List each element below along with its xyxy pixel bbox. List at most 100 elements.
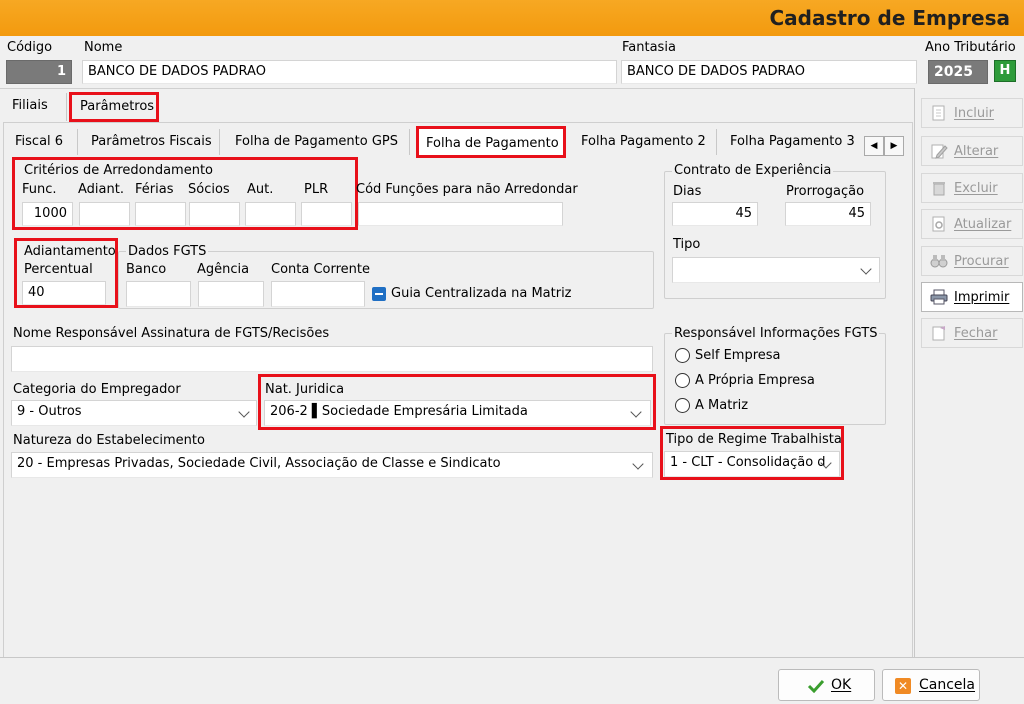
ok-button[interactable]: OK: [778, 669, 875, 701]
radio-propria-empresa-label: A Própria Empresa: [695, 373, 815, 388]
banco-field[interactable]: [126, 281, 191, 307]
subtab-folha-pagamento-3[interactable]: Folha Pagamento 3: [730, 134, 855, 149]
subtab-fiscal6[interactable]: Fiscal 6: [15, 134, 63, 149]
percentual-field[interactable]: 40: [22, 281, 106, 305]
cancel-label: Cancela: [919, 677, 976, 693]
regime-select[interactable]: 1 - CLT - Consolidação d: [664, 451, 840, 477]
col-adiant-label: Adiant.: [78, 182, 124, 197]
atualizar-button[interactable]: Atualizar: [921, 209, 1023, 239]
resp-fgts-title: Responsável Informações FGTS: [672, 326, 880, 341]
cod-funcoes-label: Cód Funções para não Arredondar: [356, 182, 578, 197]
nat-juridica-select[interactable]: 206-2 ▌Sociedade Empresária Limitada: [264, 400, 651, 426]
cancel-x-icon: ✕: [895, 678, 911, 694]
subtab-parametros-fiscais[interactable]: Parâmetros Fiscais: [91, 134, 212, 149]
col-func-label: Func.: [22, 182, 57, 197]
incluir-label: Incluir: [954, 106, 995, 121]
nome-label: Nome: [84, 40, 123, 55]
edit-pencil-icon: [931, 144, 948, 159]
natureza-select[interactable]: 20 - Empresas Privadas, Sociedade Civil,…: [11, 452, 653, 478]
imprimir-label: Imprimir: [954, 290, 1010, 305]
col-aut-label: Aut.: [247, 182, 274, 197]
prorrogacao-field[interactable]: 45: [785, 202, 871, 226]
cod-funcoes-field[interactable]: [358, 202, 563, 226]
adiantamento-title: Adiantamento: [24, 244, 116, 259]
window-title: Cadastro de Empresa: [769, 6, 1010, 30]
incluir-button[interactable]: Incluir: [921, 98, 1023, 128]
divider: [0, 88, 914, 89]
categoria-label: Categoria do Empregador: [13, 382, 181, 397]
resp-assinatura-field[interactable]: [11, 346, 653, 372]
col-ferias-label: Férias: [135, 182, 174, 197]
fgts-title: Dados FGTS: [126, 244, 209, 259]
title-bar: Cadastro de Empresa: [0, 0, 1024, 36]
radio-self-empresa[interactable]: [675, 348, 690, 363]
alterar-label: Alterar: [954, 144, 999, 159]
conta-label: Conta Corrente: [271, 262, 371, 277]
subtab-folha-pagamento-2[interactable]: Folha Pagamento 2: [581, 134, 706, 149]
refresh-icon: [932, 216, 945, 232]
alterar-button[interactable]: Alterar: [921, 136, 1023, 166]
tab-scroll-left-icon[interactable]: ◀: [864, 136, 884, 156]
tab-scroll-right-icon[interactable]: ▶: [884, 136, 904, 156]
radio-matriz-label: A Matriz: [695, 398, 749, 413]
check-icon: [807, 679, 825, 693]
tab-parametros[interactable]: Parâmetros: [80, 99, 154, 114]
tab-filiais[interactable]: Filiais: [12, 98, 48, 113]
imprimir-button[interactable]: Imprimir: [921, 282, 1023, 312]
excluir-button[interactable]: Excluir: [921, 173, 1023, 203]
resp-assinatura-label: Nome Responsável Assinatura de FGTS/Reci…: [13, 326, 330, 341]
plr-field[interactable]: [301, 202, 352, 226]
nat-juridica-label: Nat. Juridica: [265, 382, 345, 397]
atualizar-label: Atualizar: [954, 217, 1012, 232]
tab-divider: [716, 129, 717, 155]
prorrogacao-label: Prorrogação: [786, 184, 865, 199]
conta-field[interactable]: [271, 281, 365, 307]
fechar-button[interactable]: Fechar: [921, 318, 1023, 348]
agencia-label: Agência: [197, 262, 250, 277]
tab-divider: [409, 129, 410, 155]
radio-self-empresa-label: Self Empresa: [695, 348, 781, 363]
subtab-folha-gps[interactable]: Folha de Pagamento GPS: [235, 134, 398, 149]
footer-divider: [0, 657, 1024, 658]
regime-label: Tipo de Regime Trabalhista: [666, 432, 842, 447]
radio-matriz[interactable]: [675, 398, 690, 413]
cancel-button[interactable]: ✕ Cancela: [882, 669, 980, 701]
ferias-field[interactable]: [135, 202, 186, 226]
agencia-field[interactable]: [198, 281, 264, 307]
codigo-label: Código: [7, 40, 53, 55]
categoria-select[interactable]: 9 - Outros: [11, 400, 257, 426]
fantasia-label: Fantasia: [622, 40, 676, 55]
trash-icon: [933, 182, 945, 196]
ano-h-button[interactable]: H: [994, 60, 1016, 82]
sidebar-divider: [914, 88, 915, 658]
contrato-title: Contrato de Experiência: [672, 163, 834, 178]
subtab-folha-pagamento[interactable]: Folha de Pagamento: [426, 136, 559, 151]
dias-field[interactable]: 45: [672, 202, 758, 226]
guia-checkbox[interactable]: [372, 287, 386, 301]
col-socios-label: Sócios: [188, 182, 230, 197]
percentual-label: Percentual: [24, 262, 93, 277]
fantasia-field[interactable]: BANCO DE DADOS PADRAO: [621, 60, 917, 84]
radio-propria-empresa[interactable]: [675, 373, 690, 388]
adiant-field[interactable]: [79, 202, 130, 226]
fechar-label: Fechar: [954, 326, 998, 341]
dias-label: Dias: [673, 184, 702, 199]
col-plr-label: PLR: [304, 182, 329, 197]
func-field[interactable]: 1000: [22, 202, 73, 226]
socios-field[interactable]: [189, 202, 240, 226]
banco-label: Banco: [126, 262, 167, 277]
arredondamento-title: Critérios de Arredondamento: [24, 163, 214, 178]
procurar-label: Procurar: [954, 254, 1009, 269]
aut-field[interactable]: [245, 202, 296, 226]
ano-label: Ano Tributário: [925, 40, 1016, 55]
printer-icon: [930, 289, 948, 305]
codigo-field[interactable]: 1: [6, 60, 72, 84]
tipo-label: Tipo: [673, 237, 701, 252]
procurar-button[interactable]: Procurar: [921, 246, 1023, 276]
ano-field[interactable]: 2025: [928, 60, 988, 84]
tab-divider: [219, 129, 220, 155]
ok-label: OK: [831, 677, 852, 693]
excluir-label: Excluir: [954, 181, 998, 196]
tipo-select[interactable]: [672, 257, 880, 283]
nome-field[interactable]: BANCO DE DADOS PADRAO: [82, 60, 617, 84]
